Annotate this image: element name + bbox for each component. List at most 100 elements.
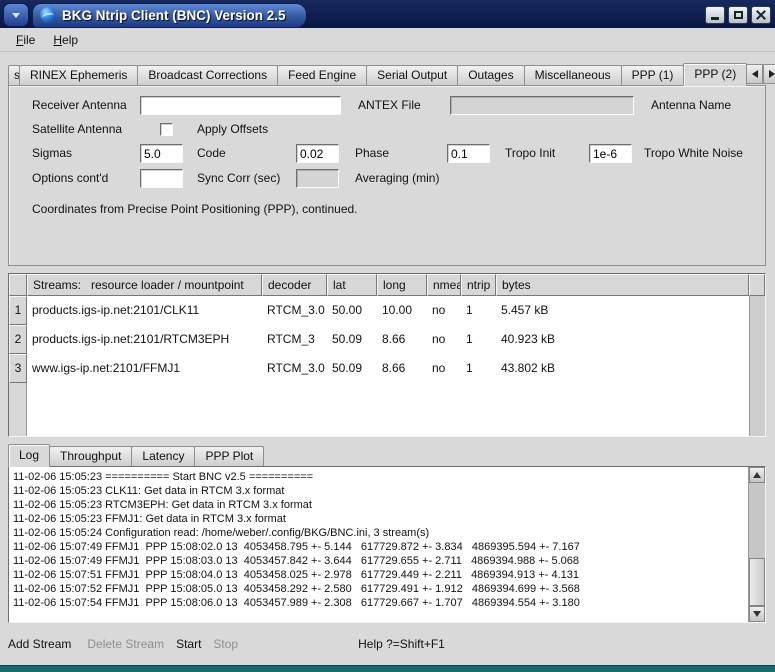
cell-lat[interactable]: 50.09 xyxy=(327,354,377,383)
log-line: 11-02-06 15:07:54 FFMJ1 PPP 15:08:06.0 1… xyxy=(13,596,746,610)
add-stream-button[interactable]: Add Stream xyxy=(8,637,71,651)
header-nmea[interactable]: nmea xyxy=(427,274,461,296)
tab-scroll-right-button[interactable] xyxy=(763,64,775,84)
bottom-tab-bar: Log Throughput Latency PPP Plot xyxy=(8,445,766,466)
cell-mountpoint[interactable]: www.igs-ip.net:2101/FFMJ1 xyxy=(27,354,262,383)
down-triangle-icon xyxy=(753,611,761,617)
start-button[interactable]: Start xyxy=(176,637,201,651)
menu-item-file[interactable]: File xyxy=(7,30,44,50)
cell-bytes[interactable]: 40.923 kB xyxy=(496,325,555,354)
header-long[interactable]: long xyxy=(377,274,427,296)
row-number[interactable]: 3 xyxy=(9,354,27,383)
bnc-window: BKG Ntrip Client (BNC) Version 2.5 File … xyxy=(0,0,775,672)
header-bytes[interactable]: bytes xyxy=(496,274,749,296)
log-frame: 11-02-06 15:05:23 ========== Start BNC v… xyxy=(8,466,766,623)
tab-outages[interactable]: Outages xyxy=(457,65,524,85)
log-output[interactable]: 11-02-06 15:05:23 ========== Start BNC v… xyxy=(9,467,748,622)
tab-latency[interactable]: Latency xyxy=(131,446,195,466)
tab-rinex-ephemeris[interactable]: RINEX Ephemeris xyxy=(19,65,138,85)
cell-long[interactable]: 8.66 xyxy=(377,325,427,354)
options-contd-input[interactable] xyxy=(140,169,183,188)
minimize-button[interactable] xyxy=(705,6,725,24)
cell-ntrip[interactable]: 1 xyxy=(461,354,496,383)
tab-ppp-2[interactable]: PPP (2) xyxy=(683,63,747,86)
header-lat[interactable]: lat xyxy=(327,274,377,296)
titlebar[interactable]: BKG Ntrip Client (BNC) Version 2.5 xyxy=(0,0,775,28)
cell-ntrip[interactable]: 1 xyxy=(461,325,496,354)
table-row[interactable]: www.igs-ip.net:2101/FFMJ1 RTCM_3.0 50.09… xyxy=(27,354,749,383)
tab-throughput[interactable]: Throughput xyxy=(49,446,132,466)
action-bar: Add Stream Delete Stream Start Stop Help… xyxy=(0,623,775,665)
header-streams[interactable]: Streams: resource loader / mountpoint xyxy=(27,274,262,296)
scroll-up-button[interactable] xyxy=(749,467,765,483)
tab-broadcast-corrections[interactable]: Broadcast Corrections xyxy=(137,65,278,85)
antex-file-input xyxy=(450,96,634,115)
stop-button: Stop xyxy=(213,637,238,651)
log-line: 11-02-06 15:07:51 FFMJ1 PPP 15:08:04.0 1… xyxy=(13,568,746,582)
sync-corr-label: Sync Corr (sec) xyxy=(197,169,280,188)
header-decoder[interactable]: decoder xyxy=(262,274,327,296)
scrollbar-thumb[interactable] xyxy=(749,558,765,606)
streams-table-header: Streams: resource loader / mountpoint de… xyxy=(9,274,765,296)
cell-mountpoint[interactable]: products.igs-ip.net:2101/RTCM3EPH xyxy=(27,325,262,354)
tab-log[interactable]: Log xyxy=(8,444,50,467)
table-row[interactable]: products.igs-ip.net:2101/RTCM3EPH RTCM_3… xyxy=(27,325,749,354)
tab-ppp-plot[interactable]: PPP Plot xyxy=(194,446,264,466)
sigma-code-input[interactable] xyxy=(140,144,183,163)
log-line: 11-02-06 15:05:23 FFMJ1: Get data in RTC… xyxy=(13,512,746,526)
close-icon xyxy=(756,10,766,20)
cell-ntrip[interactable]: 1 xyxy=(461,296,496,325)
tab-miscellaneous[interactable]: Miscellaneous xyxy=(524,65,622,85)
log-line: 11-02-06 15:05:23 ========== Start BNC v… xyxy=(13,470,746,484)
table-row[interactable]: products.igs-ip.net:2101/CLK11 RTCM_3.0 … xyxy=(27,296,749,325)
cell-mountpoint[interactable]: products.igs-ip.net:2101/CLK11 xyxy=(27,296,262,325)
cell-lat[interactable]: 50.00 xyxy=(327,296,377,325)
tropo-white-noise-input[interactable] xyxy=(589,144,632,163)
row-number[interactable]: 1 xyxy=(9,296,27,325)
scroll-down-button[interactable] xyxy=(749,606,765,622)
scrollbar-track[interactable] xyxy=(749,483,765,606)
cell-lat[interactable]: 50.09 xyxy=(327,325,377,354)
bnc-app-icon xyxy=(40,7,56,23)
cell-decoder[interactable]: RTCM_3.0 xyxy=(262,296,327,325)
header-ntrip[interactable]: ntrip xyxy=(461,274,496,296)
table-scrollbar-track[interactable] xyxy=(749,296,765,436)
menubar: File Help xyxy=(0,28,775,52)
antex-file-label: ANTEX File xyxy=(358,96,421,115)
receiver-antenna-input[interactable] xyxy=(140,96,341,115)
log-line: 11-02-06 15:07:49 FFMJ1 PPP 15:08:03.0 1… xyxy=(13,554,746,568)
row-number[interactable]: 2 xyxy=(9,325,27,354)
tab-feed-engine[interactable]: Feed Engine xyxy=(277,65,367,85)
help-shortcut-label: Help ?=Shift+F1 xyxy=(358,637,445,651)
cell-bytes[interactable]: 5.457 kB xyxy=(496,296,548,325)
cell-nmea[interactable]: no xyxy=(427,296,461,325)
row-number-gutter: 1 2 3 xyxy=(9,296,27,436)
cell-decoder[interactable]: RTCM_3 xyxy=(262,325,327,354)
tab-serial-output[interactable]: Serial Output xyxy=(366,65,458,85)
tropo-init-input[interactable] xyxy=(447,144,490,163)
up-triangle-icon xyxy=(753,472,761,478)
sigma-phase-input[interactable] xyxy=(296,144,339,163)
window-menu-button[interactable] xyxy=(3,3,29,27)
menu-item-help[interactable]: Help xyxy=(44,30,87,50)
table-corner xyxy=(9,274,27,296)
streams-table: Streams: resource loader / mountpoint de… xyxy=(8,273,766,437)
log-line: 11-02-06 15:07:52 FFMJ1 PPP 15:08:05.0 1… xyxy=(13,582,746,596)
cell-decoder[interactable]: RTCM_3.0 xyxy=(262,354,327,383)
cell-nmea[interactable]: no xyxy=(427,354,461,383)
tab-ppp-1[interactable]: PPP (1) xyxy=(621,65,685,85)
satellite-antenna-label: Satellite Antenna xyxy=(32,120,122,139)
apply-offsets-checkbox[interactable] xyxy=(160,123,173,136)
log-line: 11-02-06 15:07:49 FFMJ1 PPP 15:08:02.0 1… xyxy=(13,540,746,554)
maximize-button[interactable] xyxy=(728,6,748,24)
left-triangle-icon xyxy=(752,70,758,78)
cell-long[interactable]: 8.66 xyxy=(377,354,427,383)
log-scrollbar[interactable] xyxy=(748,467,765,622)
delete-stream-button: Delete Stream xyxy=(87,637,164,651)
log-line: 11-02-06 15:05:23 RTCM3EPH: Get data in … xyxy=(13,498,746,512)
tab-scroll-left-button[interactable] xyxy=(746,64,763,84)
close-button[interactable] xyxy=(751,6,771,24)
cell-long[interactable]: 10.00 xyxy=(377,296,427,325)
cell-bytes[interactable]: 43.802 kB xyxy=(496,354,555,383)
cell-nmea[interactable]: no xyxy=(427,325,461,354)
